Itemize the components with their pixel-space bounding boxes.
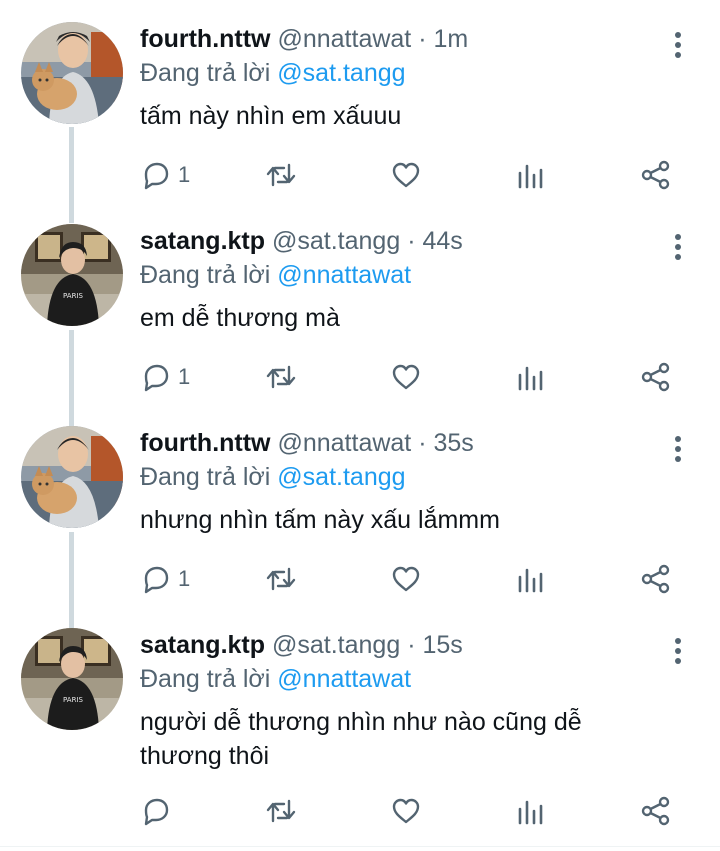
divider xyxy=(0,846,720,847)
analytics-button[interactable] xyxy=(515,562,547,596)
person-black-tee-avatar: PARIS xyxy=(21,224,123,326)
mention-link[interactable]: @nnattawat xyxy=(277,665,411,693)
replying-label: Đang trả lời xyxy=(140,261,271,289)
handle[interactable]: @nnattawat xyxy=(277,429,411,457)
reply-count: 1 xyxy=(178,364,191,389)
retweet-icon xyxy=(266,567,296,591)
heart-icon xyxy=(392,798,420,824)
svg-text:PARIS: PARIS xyxy=(63,292,83,300)
timestamp[interactable]: 15s xyxy=(422,631,462,659)
analytics-button[interactable] xyxy=(515,158,547,192)
more-options-icon[interactable] xyxy=(674,638,682,664)
display-name[interactable]: satang.ktp xyxy=(140,227,265,255)
avatar[interactable]: PARIS xyxy=(21,224,123,326)
reply-button[interactable]: 1 xyxy=(140,158,190,192)
replying-label: Đang trả lời xyxy=(140,665,271,693)
tweet[interactable]: fourth.nttw @nnattawat · 35s Đang trả lờ… xyxy=(0,426,720,616)
reply-icon xyxy=(144,566,169,594)
display-name[interactable]: fourth.nttw xyxy=(140,25,271,53)
mention-link[interactable]: @sat.tangg xyxy=(277,59,405,87)
timestamp[interactable]: 44s xyxy=(422,227,462,255)
separator-dot: · xyxy=(407,631,416,659)
replying-to: Đang trả lời @nnattawat xyxy=(140,258,660,292)
bar-chart-icon xyxy=(518,164,543,189)
svg-text:PARIS: PARIS xyxy=(63,696,83,704)
like-button[interactable] xyxy=(390,360,422,394)
replying-label: Đang trả lời xyxy=(140,59,271,87)
person-with-cat-avatar xyxy=(21,22,123,124)
mention-link[interactable]: @nnattawat xyxy=(277,261,411,289)
separator-dot: · xyxy=(418,25,427,53)
handle[interactable]: @sat.tangg xyxy=(272,227,400,255)
like-button[interactable] xyxy=(390,794,422,828)
share-icon xyxy=(641,564,670,594)
heart-icon xyxy=(392,364,420,390)
reply-count: 1 xyxy=(178,566,191,591)
display-name[interactable]: satang.ktp xyxy=(140,631,265,659)
more-options-icon[interactable] xyxy=(674,436,682,462)
replying-label: Đang trả lời xyxy=(140,463,271,491)
replying-to: Đang trả lời @sat.tangg xyxy=(140,460,660,494)
bar-chart-icon xyxy=(518,800,543,825)
reply-button[interactable]: 1 xyxy=(140,360,190,394)
separator-dot: · xyxy=(418,429,427,457)
avatar[interactable]: PARIS xyxy=(21,628,123,730)
retweet-button[interactable] xyxy=(265,158,297,192)
person-black-tee-avatar: PARIS xyxy=(21,628,123,730)
mention-link[interactable]: @sat.tangg xyxy=(277,463,405,491)
bar-chart-icon xyxy=(518,366,543,391)
share-icon xyxy=(641,362,670,392)
tweet[interactable]: PARIS satang.ktp @sat.tangg · 15s Đang t… xyxy=(0,628,720,843)
reply-icon xyxy=(144,162,169,190)
separator-dot: · xyxy=(407,227,416,255)
share-button[interactable] xyxy=(640,562,672,596)
retweet-button[interactable] xyxy=(265,562,297,596)
handle[interactable]: @nnattawat xyxy=(277,25,411,53)
like-button[interactable] xyxy=(390,562,422,596)
avatar[interactable] xyxy=(21,426,123,528)
share-button[interactable] xyxy=(640,360,672,394)
heart-icon xyxy=(392,566,420,592)
retweet-button[interactable] xyxy=(265,794,297,828)
reply-button[interactable]: 1 xyxy=(140,562,190,596)
action-bar xyxy=(140,794,680,828)
action-bar: 1 xyxy=(140,562,680,596)
retweet-icon xyxy=(266,799,296,823)
retweet-icon xyxy=(266,365,296,389)
retweet-icon xyxy=(266,163,296,187)
reply-icon xyxy=(144,364,169,392)
more-options-icon[interactable] xyxy=(674,32,682,58)
like-button[interactable] xyxy=(390,158,422,192)
share-icon xyxy=(641,160,670,190)
person-with-cat-avatar xyxy=(21,426,123,528)
heart-icon xyxy=(392,162,420,188)
share-button[interactable] xyxy=(640,158,672,192)
reply-icon xyxy=(144,798,169,826)
more-options-icon[interactable] xyxy=(674,234,682,260)
replying-to: Đang trả lời @sat.tangg xyxy=(140,56,660,90)
share-button[interactable] xyxy=(640,794,672,828)
timestamp[interactable]: 1m xyxy=(434,25,469,53)
share-icon xyxy=(641,796,670,826)
tweet[interactable]: fourth.nttw @nnattawat · 1m Đang trả lời… xyxy=(0,22,720,212)
replying-to: Đang trả lời @nnattawat xyxy=(140,662,660,696)
reply-count: 1 xyxy=(178,162,191,187)
retweet-button[interactable] xyxy=(265,360,297,394)
analytics-button[interactable] xyxy=(515,360,547,394)
tweet-text: em dễ thương mà xyxy=(140,304,340,332)
reply-button[interactable] xyxy=(140,794,178,828)
action-bar: 1 xyxy=(140,158,680,192)
handle[interactable]: @sat.tangg xyxy=(272,631,400,659)
tweet[interactable]: PARIS satang.ktp @sat.tangg · 44s Đang t… xyxy=(0,224,720,414)
analytics-button[interactable] xyxy=(515,794,547,828)
avatar[interactable] xyxy=(21,22,123,124)
bar-chart-icon xyxy=(518,568,543,593)
tweet-text: người dễ thương nhìn như nào cũng dễ thư… xyxy=(140,708,582,770)
tweet-text: tấm này nhìn em xấuuu xyxy=(140,102,402,130)
action-bar: 1 xyxy=(140,360,680,394)
timestamp[interactable]: 35s xyxy=(434,429,474,457)
display-name[interactable]: fourth.nttw xyxy=(140,429,271,457)
tweet-text: nhưng nhìn tấm này xấu lắmmm xyxy=(140,506,500,534)
